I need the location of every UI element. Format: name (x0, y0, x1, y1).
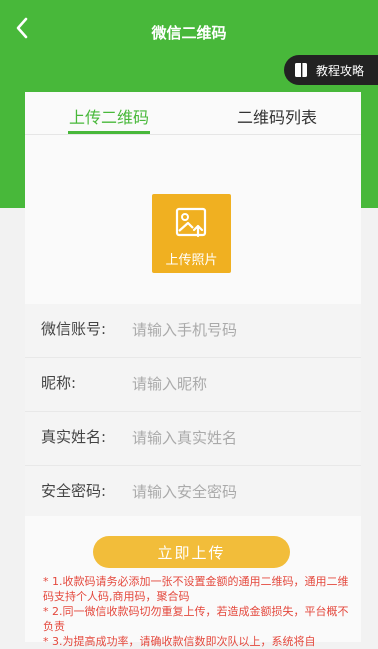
nickname-input[interactable] (130, 368, 344, 400)
info-form: 微信账号: 昵称: 真实姓名: 安全密码: (25, 304, 361, 519)
image-upload-icon (174, 206, 209, 245)
wechat-account-row: 微信账号: (25, 304, 361, 357)
tab-upload-qrcode[interactable]: 上传二维码 (69, 104, 149, 128)
note-item: * 1.收款码请务必添加一张不设置金额的通用二维码，通用二维码支持个人码,商用码… (43, 575, 349, 603)
tab-bar: 上传二维码 二维码列表 (25, 92, 361, 136)
note-item: * 2.同一微信收款码切勿重复上传，若造成金额损失，平台概不负责 (43, 605, 349, 633)
upload-now-button[interactable]: 立即上传 (93, 536, 290, 568)
upload-card: 上传二维码 二维码列表 上传照片 (25, 92, 361, 304)
nickname-label: 昵称: (41, 374, 77, 392)
top-bar: 微信二维码 (0, 0, 378, 60)
tab-qrcode-list[interactable]: 二维码列表 (237, 104, 317, 128)
real-name-input[interactable] (130, 422, 344, 454)
nickname-row: 昵称: (25, 357, 361, 411)
page-title: 微信二维码 (151, 24, 227, 42)
notes: * 1.收款码请务必添加一张不设置金额的通用二维码，通用二维码支持个人码,商用码… (43, 574, 355, 649)
tab-divider (25, 134, 361, 135)
tutorial-label: 教程攻略 (316, 63, 365, 78)
upload-photo-button[interactable]: 上传照片 (152, 194, 231, 273)
security-password-input[interactable] (130, 476, 344, 508)
book-icon (294, 62, 308, 78)
upload-photo-label: 上传照片 (165, 253, 218, 268)
real-name-label: 真实姓名: (41, 428, 107, 446)
submit-section: 立即上传 * 1.收款码请务必添加一张不设置金额的通用二维码，通用二维码支持个人… (25, 516, 361, 648)
tutorial-button[interactable]: 教程攻略 (284, 55, 378, 85)
wechat-account-input[interactable] (130, 314, 344, 346)
security-password-label: 安全密码: (41, 482, 107, 500)
wechat-account-label: 微信账号: (41, 320, 107, 338)
real-name-row: 真实姓名: (25, 411, 361, 465)
security-password-row: 安全密码: (25, 465, 361, 519)
